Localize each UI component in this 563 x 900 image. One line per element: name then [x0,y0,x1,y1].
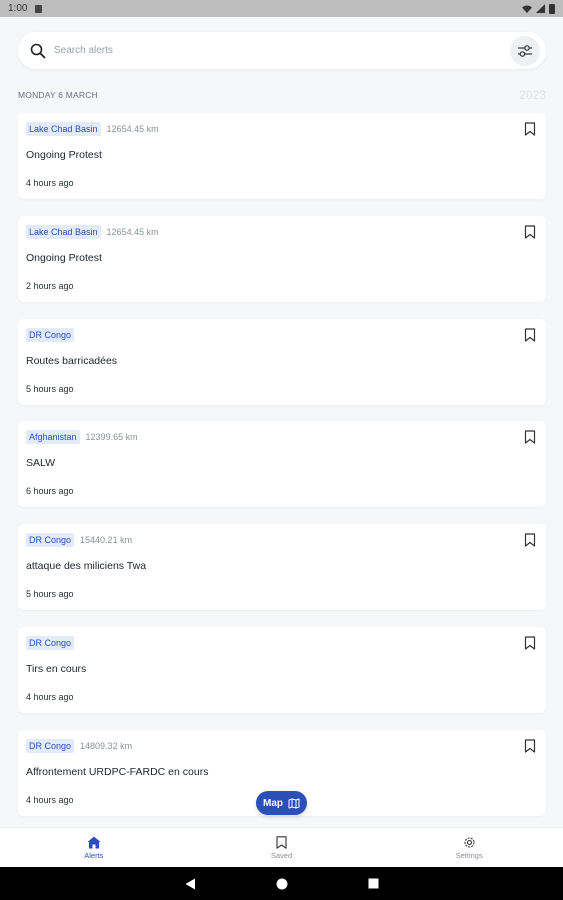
home-circle-icon[interactable] [276,878,288,890]
distance-label: 12654.45 km [106,226,159,237]
alert-time: 4 hours ago [26,691,74,702]
alert-list: Lake Chad Basin 12654.45 km Ongoing Prot… [18,113,546,833]
bookmark-icon [276,835,287,849]
region-tag: Afghanistan [26,430,80,445]
map-icon [288,798,300,808]
home-icon [87,836,101,848]
alert-card[interactable]: Afghanistan 12399.65 km SALW 6 hours ago [18,421,546,508]
bookmark-icon[interactable] [524,430,536,444]
region-tag: Lake Chad Basin [26,224,101,239]
region-tag: DR Congo [26,533,75,548]
search-input[interactable] [54,45,510,56]
distance-label: 12399.65 km [85,432,138,443]
map-button-label: Map [263,797,283,809]
alert-time: 6 hours ago [26,486,74,497]
sliders-icon [518,44,532,57]
region-tag: DR Congo [26,327,75,342]
alert-title: Affrontement URDPC-FARDC en cours [26,765,209,778]
nav-label-alerts: Alerts [84,850,104,860]
alert-card[interactable]: Lake Chad Basin 12654.45 km Ongoing Prot… [18,215,546,302]
nav-label-saved: Saved [270,850,293,860]
region-tag: Lake Chad Basin [26,122,101,136]
date-label: MONDAY 6 MARCH [18,90,98,100]
alert-card[interactable]: Lake Chad Basin 12654.45 km Ongoing Prot… [18,113,546,199]
bookmark-icon[interactable] [524,636,536,650]
date-header: MONDAY 6 MARCH 2023 [18,88,546,102]
alert-title: Ongoing Protest [26,149,102,161]
alert-card[interactable]: DR Congo Routes barricadées 5 hours ago [18,318,546,405]
distance-label: 14809.32 km [80,740,133,751]
filter-button[interactable] [510,35,540,66]
alert-title: SALW [26,457,55,470]
nav-item-alerts[interactable]: Alerts [0,828,188,867]
alert-time: 5 hours ago [26,589,74,600]
alert-title: attaque des miliciens Twa [26,560,147,573]
wifi-icon [522,5,532,13]
bookmark-icon[interactable] [524,327,536,342]
back-icon[interactable] [185,878,196,890]
map-button[interactable]: Map [256,791,307,815]
gear-icon [464,836,475,848]
recents-icon[interactable] [368,878,379,889]
alert-title: Tirs en cours [26,662,87,675]
notification-icon [35,4,43,13]
region-tag: DR Congo [26,738,75,753]
bookmark-icon[interactable] [524,225,536,239]
bookmark-icon[interactable] [524,533,536,547]
battery-icon [549,3,555,14]
alert-card[interactable]: DR Congo 15440.21 km attaque des milicie… [18,524,546,611]
alert-time: 5 hours ago [26,383,74,394]
alert-time: 4 hours ago [26,178,74,188]
alert-card[interactable]: DR Congo Tirs en cours 4 hours ago [18,626,546,713]
status-bar: 1:00 [0,0,563,17]
search-bar [18,32,546,69]
nav-item-settings[interactable]: Settings [375,828,563,867]
bookmark-icon[interactable] [524,122,536,136]
distance-label: 15440.21 km [80,535,133,546]
status-time: 1:00 [8,3,28,14]
nav-label-settings: Settings [455,850,483,860]
year-label: 2023 [519,88,546,102]
system-nav-bar [0,867,563,900]
region-tag: DR Congo [26,635,75,650]
bookmark-icon[interactable] [524,739,536,753]
alert-time: 2 hours ago [26,280,74,291]
bottom-nav: Alerts Saved Settings [0,827,563,867]
search-icon [30,43,46,58]
alert-title: Ongoing Protest [26,251,102,264]
nav-item-saved[interactable]: Saved [188,828,376,867]
distance-label: 12654.45 km [106,124,159,134]
alert-title: Routes barricadées [26,354,118,367]
signal-icon [536,4,545,13]
